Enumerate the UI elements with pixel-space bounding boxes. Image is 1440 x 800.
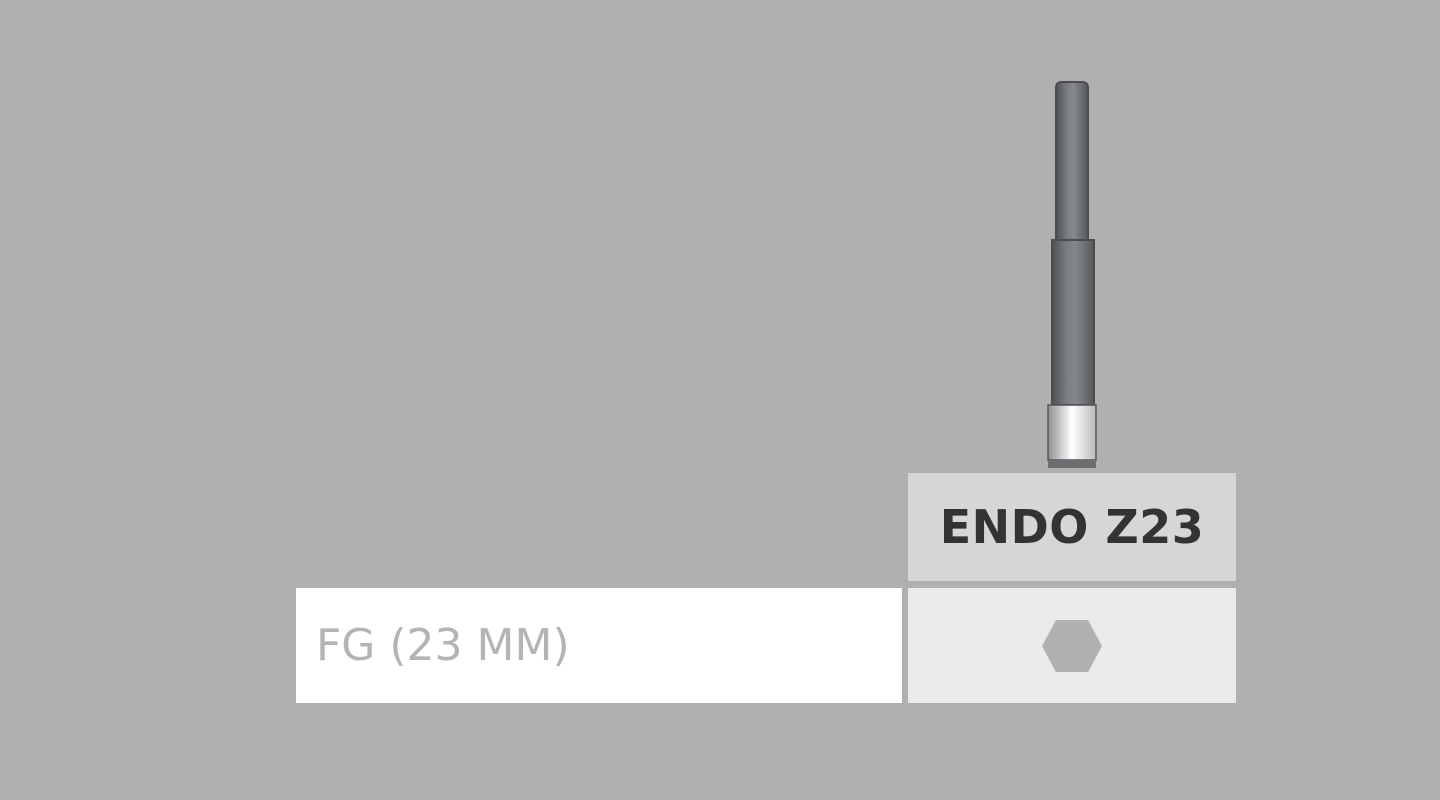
product-table: ENDO Z23 FG (23 MM) [0,0,1440,800]
shank-type-label: FG (23 MM) [316,620,570,671]
hexagon-icon [1042,619,1102,672]
dental-bur-icon [1040,80,1102,470]
product-header-cell: ENDO Z23 [908,473,1236,581]
shank-availability-cell [908,588,1236,703]
shank-type-cell: FG (23 MM) [296,588,902,703]
product-name: ENDO Z23 [939,500,1205,554]
